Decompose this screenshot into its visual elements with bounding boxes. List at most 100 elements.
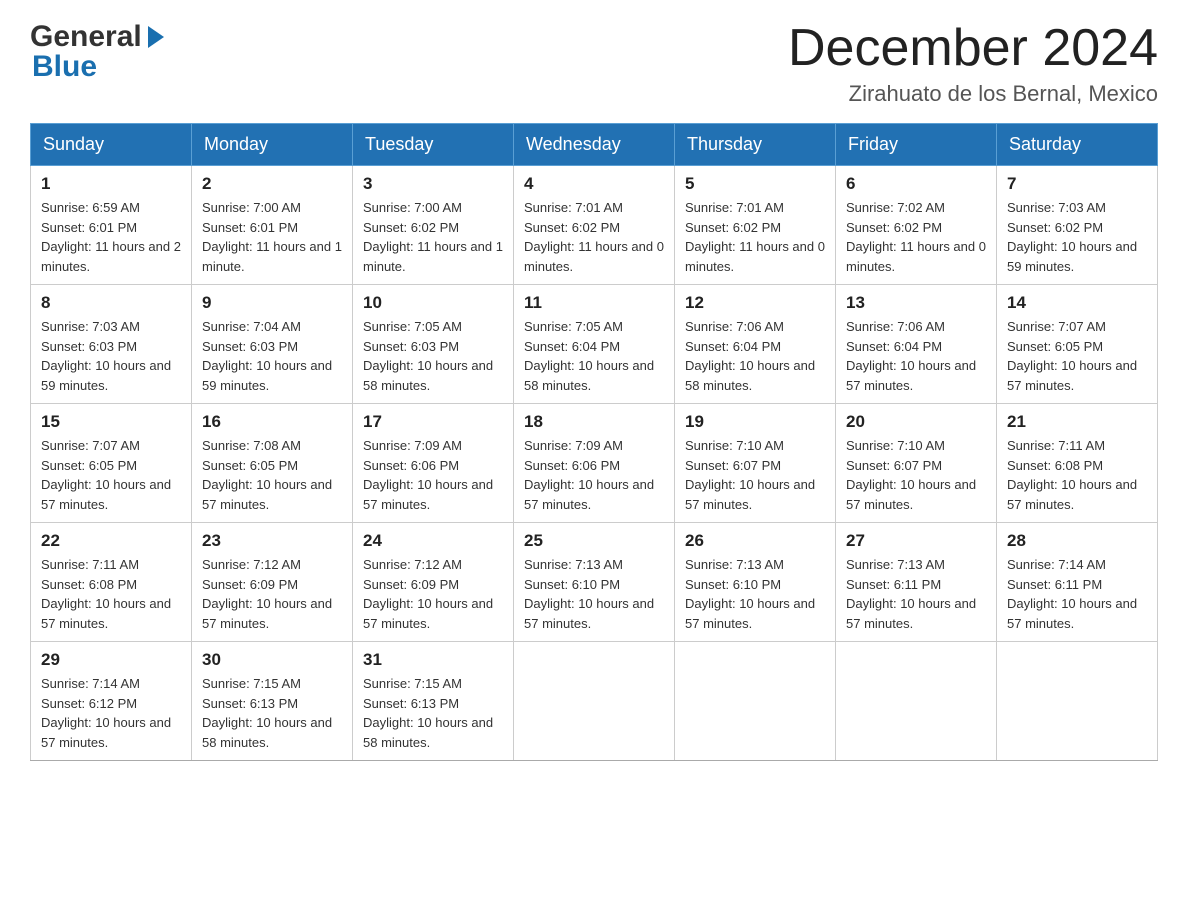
calendar-cell: 26 Sunrise: 7:13 AMSunset: 6:10 PMDayligh… (675, 523, 836, 642)
calendar-cell: 1Sunrise: 6:59 AMSunset: 6:01 PMDaylight… (31, 166, 192, 285)
location-text: Zirahuato de los Bernal, Mexico (788, 81, 1158, 107)
day-number: 16 (202, 412, 342, 432)
week-row-1: 1Sunrise: 6:59 AMSunset: 6:01 PMDaylight… (31, 166, 1158, 285)
day-number: 5 (685, 174, 825, 194)
week-row-5: 29 Sunrise: 7:14 AMSunset: 6:12 PMDayligh… (31, 642, 1158, 761)
day-info: Sunrise: 7:13 AMSunset: 6:11 PMDaylight:… (846, 555, 986, 633)
calendar-cell (997, 642, 1158, 761)
day-info: Sunrise: 7:04 AMSunset: 6:03 PMDaylight:… (202, 317, 342, 395)
calendar-cell (675, 642, 836, 761)
calendar-table: SundayMondayTuesdayWednesdayThursdayFrid… (30, 123, 1158, 761)
header-thursday: Thursday (675, 124, 836, 166)
day-number: 3 (363, 174, 503, 194)
calendar-cell: 10Sunrise: 7:05 AMSunset: 6:03 PMDayligh… (353, 285, 514, 404)
day-info: Sunrise: 7:06 AMSunset: 6:04 PMDaylight:… (685, 317, 825, 395)
calendar-header-row: SundayMondayTuesdayWednesdayThursdayFrid… (31, 124, 1158, 166)
calendar-cell: 11 Sunrise: 7:05 AMSunset: 6:04 PMDayligh… (514, 285, 675, 404)
calendar-cell: 13Sunrise: 7:06 AMSunset: 6:04 PMDayligh… (836, 285, 997, 404)
day-number: 15 (41, 412, 181, 432)
day-info: Sunrise: 7:05 AMSunset: 6:04 PMDaylight:… (524, 317, 664, 395)
day-number: 12 (685, 293, 825, 313)
logo-blue-text: Blue (32, 50, 97, 84)
day-info: Sunrise: 7:07 AMSunset: 6:05 PMDaylight:… (1007, 317, 1147, 395)
day-number: 31 (363, 650, 503, 670)
calendar-cell: 17 Sunrise: 7:09 AMSunset: 6:06 PMDayligh… (353, 404, 514, 523)
calendar-cell: 19 Sunrise: 7:10 AMSunset: 6:07 PMDayligh… (675, 404, 836, 523)
day-number: 10 (363, 293, 503, 313)
day-number: 25 (524, 531, 664, 551)
day-number: 11 (524, 293, 664, 313)
header-wednesday: Wednesday (514, 124, 675, 166)
day-number: 27 (846, 531, 986, 551)
day-info: Sunrise: 7:14 AMSunset: 6:11 PMDaylight:… (1007, 555, 1147, 633)
day-info: Sunrise: 7:00 AMSunset: 6:02 PMDaylight:… (363, 198, 503, 276)
day-info: Sunrise: 7:09 AMSunset: 6:06 PMDaylight:… (363, 436, 503, 514)
calendar-cell: 18 Sunrise: 7:09 AMSunset: 6:06 PMDayligh… (514, 404, 675, 523)
day-info: Sunrise: 7:01 AMSunset: 6:02 PMDaylight:… (685, 198, 825, 276)
calendar-cell: 14 Sunrise: 7:07 AMSunset: 6:05 PMDayligh… (997, 285, 1158, 404)
day-info: Sunrise: 7:13 AMSunset: 6:10 PMDaylight:… (524, 555, 664, 633)
calendar-cell: 29 Sunrise: 7:14 AMSunset: 6:12 PMDayligh… (31, 642, 192, 761)
day-number: 18 (524, 412, 664, 432)
calendar-cell: 31 Sunrise: 7:15 AMSunset: 6:13 PMDayligh… (353, 642, 514, 761)
month-title: December 2024 (788, 20, 1158, 77)
day-info: Sunrise: 7:10 AMSunset: 6:07 PMDaylight:… (846, 436, 986, 514)
day-number: 29 (41, 650, 181, 670)
day-info: Sunrise: 7:01 AMSunset: 6:02 PMDaylight:… (524, 198, 664, 276)
calendar-cell: 28 Sunrise: 7:14 AMSunset: 6:11 PMDayligh… (997, 523, 1158, 642)
day-number: 28 (1007, 531, 1147, 551)
calendar-cell: 3 Sunrise: 7:00 AMSunset: 6:02 PMDaylight… (353, 166, 514, 285)
day-info: Sunrise: 7:02 AMSunset: 6:02 PMDaylight:… (846, 198, 986, 276)
day-number: 26 (685, 531, 825, 551)
calendar-cell: 2Sunrise: 7:00 AMSunset: 6:01 PMDaylight… (192, 166, 353, 285)
calendar-cell: 9 Sunrise: 7:04 AMSunset: 6:03 PMDaylight… (192, 285, 353, 404)
week-row-2: 8Sunrise: 7:03 AMSunset: 6:03 PMDaylight… (31, 285, 1158, 404)
day-number: 30 (202, 650, 342, 670)
title-section: December 2024 Zirahuato de los Bernal, M… (788, 20, 1158, 107)
day-number: 13 (846, 293, 986, 313)
calendar-cell: 30 Sunrise: 7:15 AMSunset: 6:13 PMDayligh… (192, 642, 353, 761)
day-info: Sunrise: 7:07 AMSunset: 6:05 PMDaylight:… (41, 436, 181, 514)
day-info: Sunrise: 7:09 AMSunset: 6:06 PMDaylight:… (524, 436, 664, 514)
day-number: 17 (363, 412, 503, 432)
logo: General Blue (30, 20, 168, 84)
day-info: Sunrise: 7:11 AMSunset: 6:08 PMDaylight:… (1007, 436, 1147, 514)
day-number: 20 (846, 412, 986, 432)
day-number: 24 (363, 531, 503, 551)
day-number: 6 (846, 174, 986, 194)
calendar-cell: 12 Sunrise: 7:06 AMSunset: 6:04 PMDayligh… (675, 285, 836, 404)
calendar-cell: 8Sunrise: 7:03 AMSunset: 6:03 PMDaylight… (31, 285, 192, 404)
day-number: 22 (41, 531, 181, 551)
calendar-cell: 22 Sunrise: 7:11 AMSunset: 6:08 PMDayligh… (31, 523, 192, 642)
day-info: Sunrise: 7:10 AMSunset: 6:07 PMDaylight:… (685, 436, 825, 514)
day-info: Sunrise: 7:14 AMSunset: 6:12 PMDaylight:… (41, 674, 181, 752)
logo-general-text: General (30, 20, 142, 54)
day-info: Sunrise: 7:08 AMSunset: 6:05 PMDaylight:… (202, 436, 342, 514)
day-info: Sunrise: 7:15 AMSunset: 6:13 PMDaylight:… (202, 674, 342, 752)
day-info: Sunrise: 7:15 AMSunset: 6:13 PMDaylight:… (363, 674, 503, 752)
day-number: 2 (202, 174, 342, 194)
calendar-cell: 6 Sunrise: 7:02 AMSunset: 6:02 PMDaylight… (836, 166, 997, 285)
day-number: 9 (202, 293, 342, 313)
header-monday: Monday (192, 124, 353, 166)
day-info: Sunrise: 7:13 AMSunset: 6:10 PMDaylight:… (685, 555, 825, 633)
day-info: Sunrise: 7:11 AMSunset: 6:08 PMDaylight:… (41, 555, 181, 633)
day-number: 23 (202, 531, 342, 551)
week-row-3: 15 Sunrise: 7:07 AMSunset: 6:05 PMDayligh… (31, 404, 1158, 523)
calendar-cell: 20 Sunrise: 7:10 AMSunset: 6:07 PMDayligh… (836, 404, 997, 523)
calendar-cell: 5 Sunrise: 7:01 AMSunset: 6:02 PMDaylight… (675, 166, 836, 285)
day-number: 21 (1007, 412, 1147, 432)
day-number: 7 (1007, 174, 1147, 194)
day-number: 4 (524, 174, 664, 194)
header-sunday: Sunday (31, 124, 192, 166)
calendar-cell: 21 Sunrise: 7:11 AMSunset: 6:08 PMDayligh… (997, 404, 1158, 523)
day-number: 19 (685, 412, 825, 432)
header-tuesday: Tuesday (353, 124, 514, 166)
calendar-cell: 27 Sunrise: 7:13 AMSunset: 6:11 PMDayligh… (836, 523, 997, 642)
day-info: Sunrise: 7:12 AMSunset: 6:09 PMDaylight:… (363, 555, 503, 633)
day-number: 14 (1007, 293, 1147, 313)
day-info: Sunrise: 7:03 AMSunset: 6:02 PMDaylight:… (1007, 198, 1147, 276)
calendar-cell (836, 642, 997, 761)
week-row-4: 22 Sunrise: 7:11 AMSunset: 6:08 PMDayligh… (31, 523, 1158, 642)
calendar-cell: 23Sunrise: 7:12 AMSunset: 6:09 PMDayligh… (192, 523, 353, 642)
